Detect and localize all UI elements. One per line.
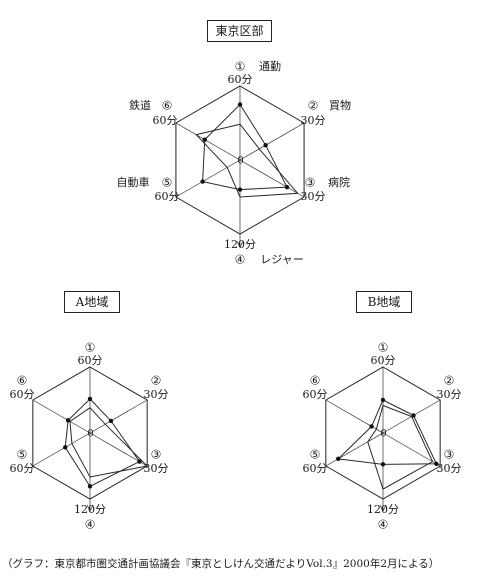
series-line-1 [337, 399, 438, 465]
center-zero-label: 0 [380, 429, 386, 440]
series-point [369, 424, 374, 429]
source-caption: （グラフ：東京都市圏交通計画協議会『東京としけん交通だよりVol.3』2000年… [2, 558, 440, 570]
series-point [380, 397, 386, 403]
axis-label-1-scale: 60分 [371, 354, 396, 367]
axis-label-1-num: ① [378, 341, 389, 355]
axis-label-5-scale: 60分 [303, 462, 328, 475]
radar-spoke [325, 399, 384, 434]
series-point [336, 456, 341, 462]
axis-label-3-num: ③ [444, 448, 455, 462]
axis-label-5-num: ⑤ [310, 448, 321, 462]
axis-label-4-num: ④ [378, 518, 389, 532]
axis-label-6-scale: 60分 [303, 388, 328, 401]
axis-label-6-num: ⑥ [310, 374, 321, 388]
radar-chart-b: 0①60分②30分③30分120分④⑤60分⑥60分 [303, 341, 462, 532]
axis-label-2-scale: 30分 [437, 388, 462, 401]
series-point [380, 462, 386, 467]
radar-spoke [382, 432, 441, 467]
axis-label-4-scale: 120分 [367, 503, 399, 516]
axis-label-3-scale: 30分 [437, 462, 462, 475]
axis-label-2-num: ② [444, 374, 455, 388]
figure: 東京区部 A地域 B地域 0 ① 通勤 60分 ② 買物 30分 ③ 病院 30分 120分 ④ レジャ… [0, 0, 480, 577]
